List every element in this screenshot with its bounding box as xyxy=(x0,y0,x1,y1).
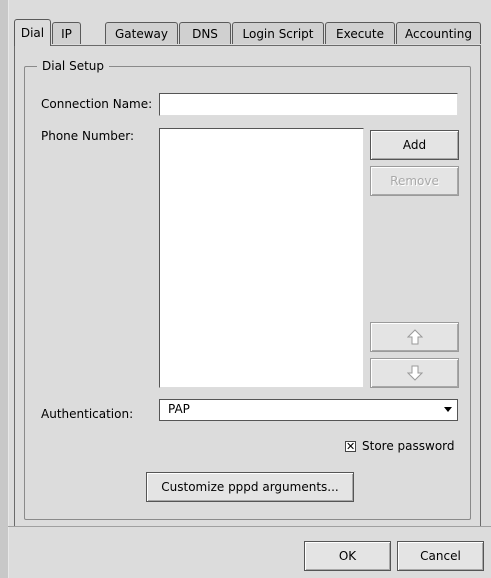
footer-separator xyxy=(8,526,491,527)
move-down-button[interactable] xyxy=(370,358,459,388)
store-password-label[interactable]: Store password xyxy=(362,438,455,454)
chevron-down-icon xyxy=(444,407,452,412)
tab-ip[interactable]: IP xyxy=(52,22,81,44)
dialog-window: Dial IP Gateway DNS Login Script Execute… xyxy=(0,0,491,578)
authentication-label: Authentication: xyxy=(41,407,134,421)
tab-gateway[interactable]: Gateway xyxy=(105,22,178,44)
store-password-checkbox[interactable]: ✕ xyxy=(345,441,356,452)
arrow-up-icon xyxy=(406,329,423,345)
move-up-button[interactable] xyxy=(370,322,459,352)
ok-button[interactable]: OK xyxy=(304,541,391,571)
connection-name-input[interactable] xyxy=(159,93,458,116)
cancel-button[interactable]: Cancel xyxy=(397,541,484,571)
authentication-value: PAP xyxy=(168,402,190,416)
arrow-down-icon xyxy=(406,365,423,381)
tab-panel-dial: Dial Setup Connection Name: Phone Number… xyxy=(14,45,481,527)
tab-execute[interactable]: Execute xyxy=(325,22,395,44)
dial-setup-title: Dial Setup xyxy=(37,58,110,74)
add-button[interactable]: Add xyxy=(370,130,459,160)
dial-setup-group: Dial Setup Connection Name: Phone Number… xyxy=(24,58,471,520)
tab-login-script[interactable]: Login Script xyxy=(232,22,324,44)
tab-dns[interactable]: DNS xyxy=(179,22,231,44)
tab-dial[interactable]: Dial xyxy=(14,19,51,46)
remove-button[interactable]: Remove xyxy=(370,166,459,196)
window-left-edge xyxy=(0,0,9,578)
phone-number-label: Phone Number: xyxy=(41,129,135,143)
tab-accounting[interactable]: Accounting xyxy=(396,22,481,44)
phone-number-list[interactable] xyxy=(159,128,364,388)
connection-name-label: Connection Name: xyxy=(41,97,153,111)
customize-pppd-button[interactable]: Customize pppd arguments... xyxy=(146,472,354,502)
authentication-select[interactable]: PAP xyxy=(159,399,458,421)
